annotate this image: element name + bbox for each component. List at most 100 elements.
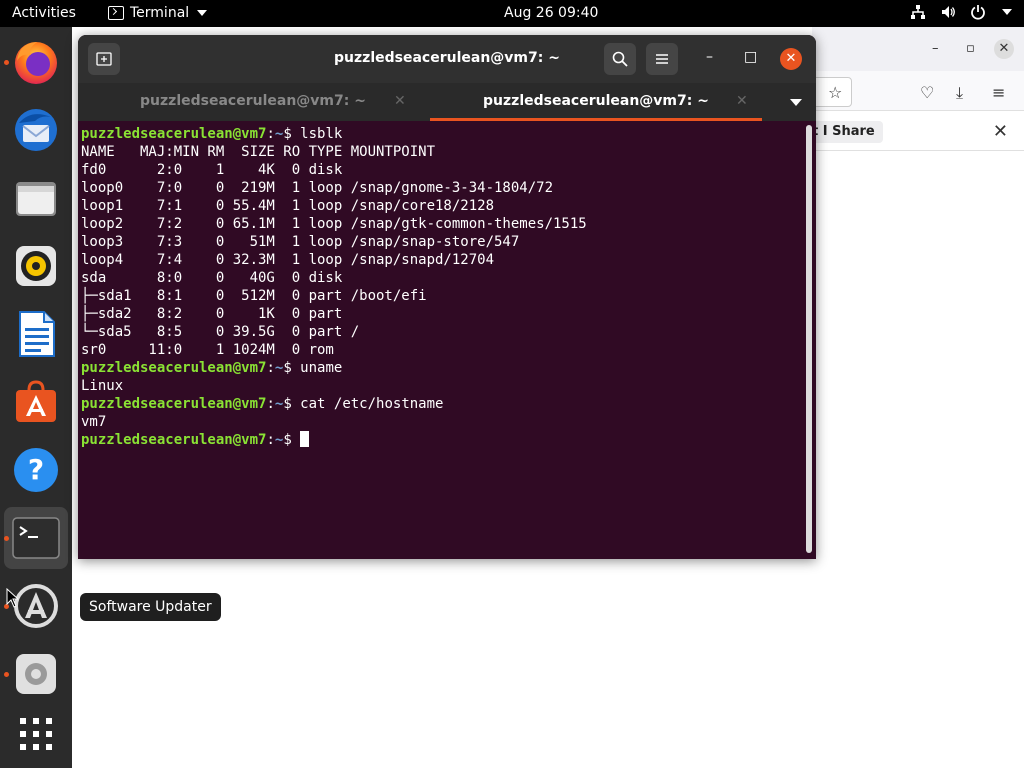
- app-grid-icon: [20, 718, 52, 750]
- browser-titlebar: – ▫ ✕: [812, 27, 1024, 71]
- output-line: loop4 7:4 0 32.3M 1 loop /snap/snapd/127…: [81, 252, 495, 268]
- help-icon: ?: [14, 448, 58, 492]
- tab-2[interactable]: puzzledseacerulean@vm7: ~ ✕: [430, 83, 762, 121]
- menu-button[interactable]: [646, 43, 678, 75]
- tab-bar: puzzledseacerulean@vm7: ~ ✕ puzzledseace…: [78, 83, 816, 121]
- terminal-icon: [108, 6, 124, 20]
- output-line: NAME MAJ:MIN RM SIZE RO TYPE MOUNTPOINT: [81, 144, 436, 160]
- updater-icon: [14, 584, 58, 628]
- show-applications-button[interactable]: [4, 703, 68, 765]
- volume-icon: [942, 6, 955, 18]
- dock-item-firefox[interactable]: [4, 31, 68, 93]
- close-tab-icon[interactable]: ✕: [736, 83, 748, 119]
- dock-item-software[interactable]: [4, 371, 68, 433]
- tab-list-chevron-icon[interactable]: [790, 99, 802, 106]
- output-line: ├─sda1 8:1 0 512M 0 part /boot/efi: [81, 288, 427, 304]
- dock-item-thunderbird[interactable]: [4, 99, 68, 161]
- new-tab-button[interactable]: [88, 43, 120, 75]
- terminal-output[interactable]: puzzledseacerulean@vm7:~$ lsblk NAME MAJ:…: [81, 125, 803, 555]
- new-tab-icon: [96, 52, 112, 66]
- software-icon: [16, 380, 56, 422]
- writer-icon: [19, 311, 55, 357]
- tab-label: puzzledseacerulean@vm7: ~: [483, 93, 709, 109]
- firefox-icon: [15, 42, 57, 84]
- rhythmbox-icon: [16, 246, 56, 286]
- pocket-icon[interactable]: ♡: [920, 83, 934, 102]
- chevron-down-icon: [1002, 9, 1012, 15]
- dock-item-settings[interactable]: [4, 643, 68, 705]
- command-text: uname: [300, 360, 343, 376]
- close-icon[interactable]: ✕: [993, 121, 1008, 142]
- maximize-icon[interactable]: ▫: [966, 41, 975, 56]
- command-text: lsblk: [300, 126, 343, 142]
- top-bar: Activities Terminal Aug 26 09:40: [0, 0, 1024, 27]
- prompt-line: puzzledseacerulean@vm7:~$ uname: [81, 360, 343, 376]
- notification-button[interactable]: t I Share: [812, 121, 883, 143]
- output-line: └─sda5 8:5 0 39.5G 0 part /: [81, 324, 360, 340]
- prompt-path: ~: [274, 360, 284, 376]
- app-menu[interactable]: Terminal: [108, 5, 208, 21]
- mouse-pointer-icon: [6, 588, 18, 608]
- dock-item-writer[interactable]: [4, 303, 68, 365]
- close-button[interactable]: ✕: [780, 48, 802, 70]
- output-line: Linux: [81, 378, 124, 394]
- close-tab-icon[interactable]: ✕: [394, 83, 406, 119]
- thunderbird-icon: [15, 109, 57, 151]
- prompt-user: puzzledseacerulean@vm7: [81, 396, 267, 412]
- prompt-user: puzzledseacerulean@vm7: [81, 432, 267, 448]
- app-menu-label: Terminal: [130, 5, 190, 21]
- files-icon: [16, 182, 56, 216]
- command-text: cat /etc/hostname: [300, 396, 444, 412]
- maximize-icon[interactable]: □: [744, 49, 757, 65]
- output-line: vm7: [81, 414, 107, 430]
- dock-item-terminal[interactable]: [4, 507, 68, 569]
- browser-toolbar: ☆ ♡ ⤓ ≡: [802, 71, 1024, 111]
- scrollbar[interactable]: [806, 125, 812, 553]
- dock: ?: [0, 27, 72, 768]
- terminal-icon: [12, 517, 60, 559]
- prompt-path: ~: [274, 396, 284, 412]
- tab-1[interactable]: puzzledseacerulean@vm7: ~ ✕: [78, 83, 428, 121]
- download-icon[interactable]: ⤓: [956, 83, 963, 103]
- network-icon: [911, 5, 925, 19]
- search-icon: [612, 51, 628, 67]
- tab-label: puzzledseacerulean@vm7: ~: [140, 93, 366, 109]
- chevron-down-icon: [197, 10, 208, 16]
- minimize-icon[interactable]: –: [932, 41, 939, 56]
- output-line: sda 8:0 0 40G 0 disk: [81, 270, 343, 286]
- search-button[interactable]: [604, 43, 636, 75]
- dock-item-rhythmbox[interactable]: [4, 235, 68, 297]
- prompt-path: ~: [274, 126, 284, 142]
- bookmark-star-icon[interactable]: ☆: [828, 83, 842, 102]
- terminal-headerbar: puzzledseacerulean@vm7: ~ – □ ✕: [78, 35, 816, 83]
- output-line: ├─sda2 8:2 0 1K 0 part: [81, 306, 343, 322]
- dock-item-help[interactable]: ?: [4, 439, 68, 501]
- dock-item-files[interactable]: [4, 167, 68, 229]
- clock[interactable]: Aug 26 09:40: [504, 5, 598, 21]
- output-line: loop2 7:2 0 65.1M 1 loop /snap/gtk-commo…: [81, 216, 587, 232]
- dock-tooltip: Software Updater: [80, 593, 221, 621]
- prompt-line: puzzledseacerulean@vm7:~$: [81, 431, 803, 449]
- close-icon[interactable]: ✕: [994, 39, 1014, 59]
- terminal-window[interactable]: puzzledseacerulean@vm7: ~ – □ ✕ puzzleds…: [78, 35, 816, 559]
- svg-text:?: ?: [28, 453, 44, 486]
- menu-icon[interactable]: ≡: [992, 83, 1005, 102]
- prompt-line: puzzledseacerulean@vm7:~$ lsblk: [81, 126, 343, 142]
- settings-icon: [16, 654, 56, 694]
- text-cursor: [300, 431, 310, 447]
- prompt-path: ~: [274, 432, 284, 448]
- prompt-user: puzzledseacerulean@vm7: [81, 360, 267, 376]
- activities-button[interactable]: Activities: [12, 5, 76, 21]
- power-icon: [971, 5, 985, 20]
- notification-bar: t I Share ✕: [812, 115, 1024, 151]
- minimize-icon[interactable]: –: [706, 49, 713, 65]
- output-line: loop3 7:3 0 51M 1 loop /snap/snap-store/…: [81, 234, 520, 250]
- output-line: loop0 7:0 0 219M 1 loop /snap/gnome-3-34…: [81, 180, 554, 196]
- running-indicator: [4, 672, 9, 677]
- running-indicator: [4, 536, 9, 541]
- system-tray[interactable]: [910, 4, 1012, 20]
- browser-window[interactable]: – ▫ ✕ ☆ ♡ ⤓ ≡ t I Share ✕: [802, 27, 1024, 768]
- output-line: fd0 2:0 1 4K 0 disk: [81, 162, 343, 178]
- output-line: loop1 7:1 0 55.4M 1 loop /snap/core18/21…: [81, 198, 495, 214]
- hamburger-menu-icon: [656, 54, 668, 64]
